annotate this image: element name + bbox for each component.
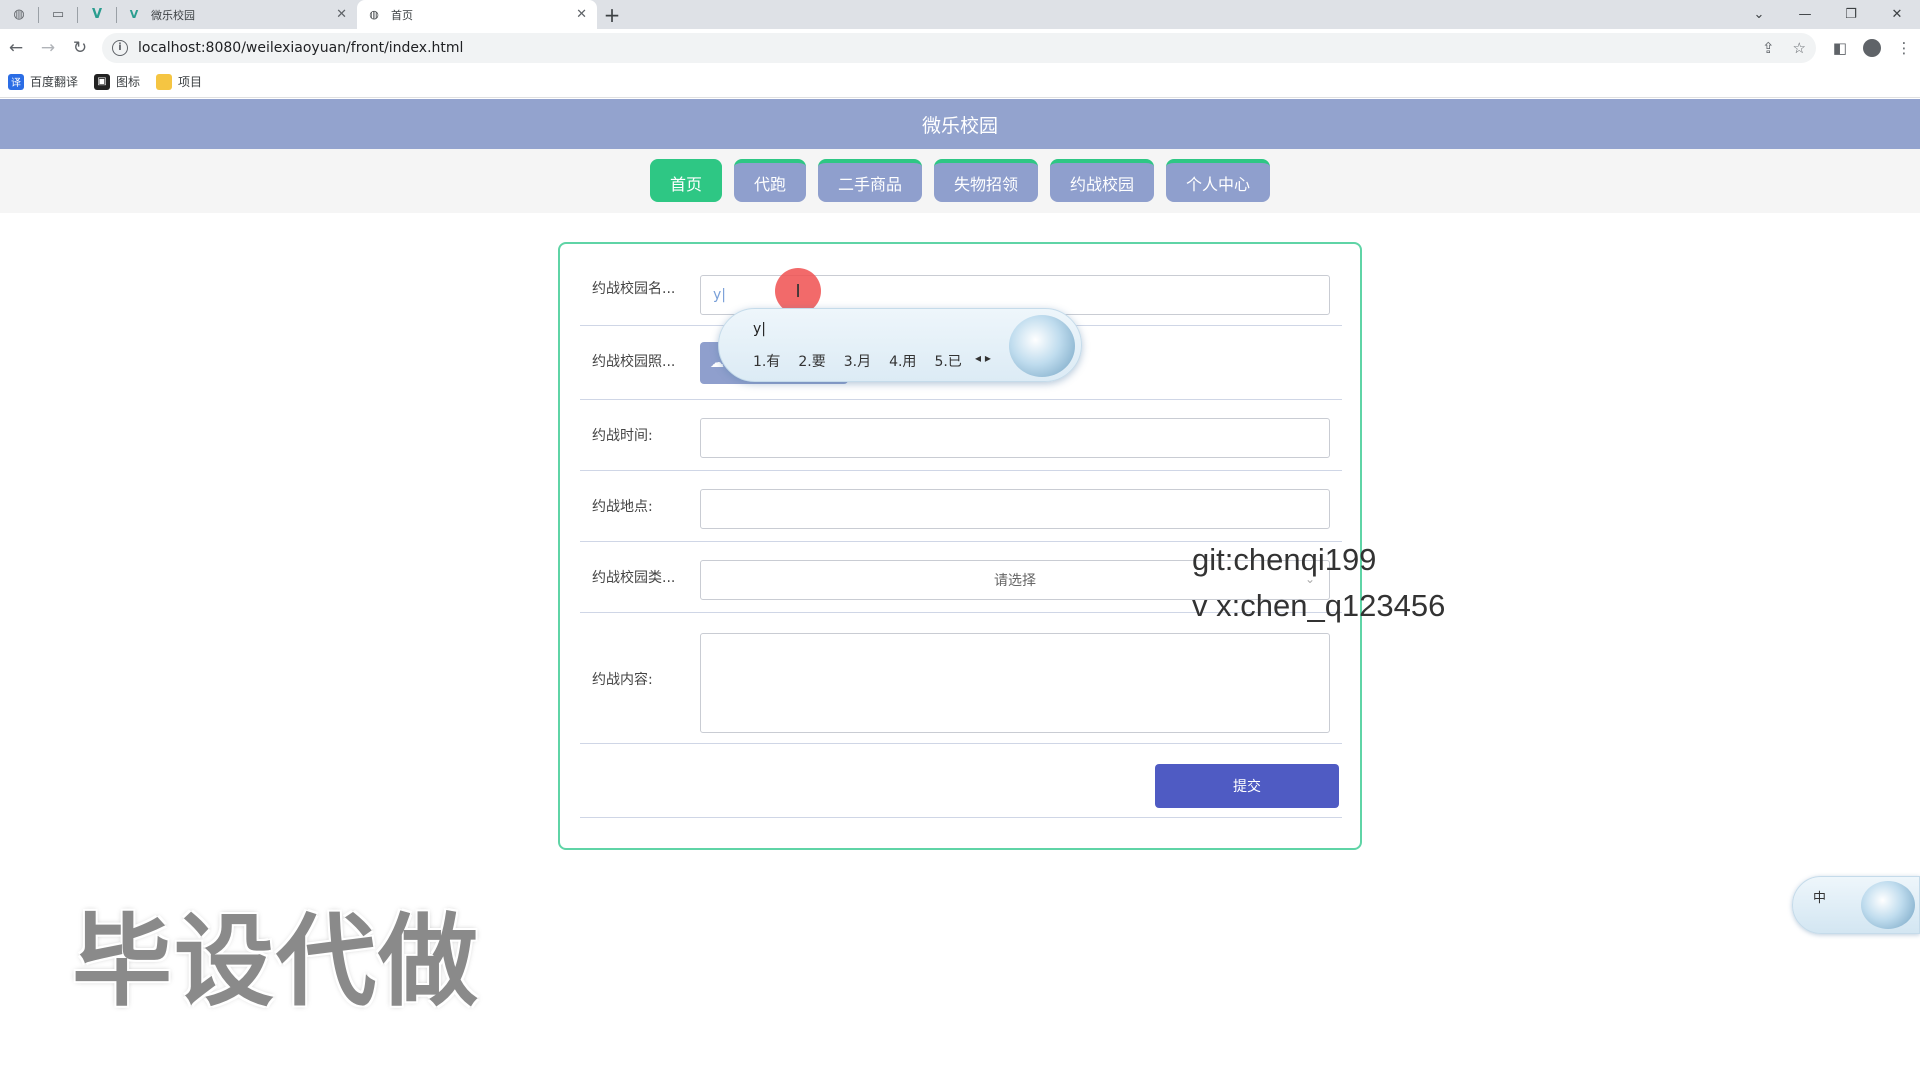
window-controls: ⌄ — ❐ ✕ (1736, 0, 1920, 29)
translate-icon: 译 (8, 73, 24, 90)
nav-profile[interactable]: 个人中心 (1166, 159, 1271, 202)
place-input[interactable] (700, 489, 1330, 529)
nav-secondhand[interactable]: 二手商品 (817, 159, 922, 202)
tab-2[interactable]: ▭ (39, 0, 77, 29)
ime-candidate[interactable]: 4.用 (889, 351, 916, 371)
submit-button[interactable]: 提交 (1155, 764, 1339, 808)
form-row-time: 约战时间: (580, 400, 1342, 471)
type-placeholder: 请选择 (994, 573, 1036, 589)
close-window-icon[interactable]: ✕ (1874, 0, 1920, 29)
ime-skin-image (1861, 881, 1915, 929)
overlay-wx-text: v x:chen_q123456 (1192, 588, 1446, 623)
new-tab-button[interactable]: + (597, 0, 627, 29)
tab-home[interactable]: ◍ 首页 ✕ (357, 0, 597, 29)
nav-lost-found[interactable]: 失物招领 (934, 159, 1039, 202)
browser-tabbar: ◍ ▭ V V 微乐校园 ✕ ◍ 首页 ✕ + ⌄ — ❐ ✕ (0, 0, 1920, 29)
bookmark-project[interactable]: 项目 (156, 73, 202, 90)
image-icon: ▣ (94, 73, 111, 90)
site-nav: 首页 代跑 二手商品 失物招领 约战校园 个人中心 (0, 149, 1920, 213)
text-cursor-icon: Ι (795, 280, 801, 302)
minimize-icon[interactable]: — (1782, 0, 1828, 29)
bookmark-label: 百度翻译 (30, 75, 79, 89)
bookmark-icons[interactable]: ▣ 图标 (94, 73, 140, 90)
close-icon[interactable]: ✕ (576, 7, 587, 22)
form-row-submit: 提交 (580, 744, 1342, 818)
globe-icon: ◍ (13, 7, 25, 22)
forward-button[interactable]: → (32, 32, 64, 64)
name-label: 约战校园名... (592, 281, 676, 297)
folder-icon (156, 73, 173, 90)
vue-logo-icon: V (129, 8, 139, 21)
globe-icon: ◍ (369, 8, 379, 21)
tab-3[interactable]: V (78, 0, 116, 29)
type-label: 约战校园类... (592, 570, 676, 586)
profile-button[interactable] (1856, 32, 1888, 64)
place-label: 约战地点: (592, 499, 653, 515)
toolbar-right: ◧ ⋮ (1824, 32, 1920, 64)
overlay-git-text: git:chenqi199 (1192, 542, 1377, 577)
nav-errand[interactable]: 代跑 (733, 159, 806, 202)
site-header: 微乐校园 (0, 99, 1920, 149)
site-title: 微乐校园 (921, 114, 998, 137)
site-info-icon[interactable]: i (112, 39, 128, 56)
ime-candidate[interactable]: 3.月 (844, 351, 871, 371)
side-panel-icon[interactable]: ◧ (1824, 32, 1856, 64)
tab-title: 微乐校园 (151, 8, 195, 22)
ime-candidate[interactable]: 1.有 (753, 351, 780, 371)
ime-skin-image (1009, 315, 1075, 377)
address-bar[interactable]: i localhost:8080/weilexiaoyuan/front/ind… (102, 32, 1816, 63)
close-icon[interactable]: ✕ (336, 7, 347, 22)
star-icon[interactable]: ☆ (1793, 39, 1806, 57)
bookmark-label: 图标 (116, 75, 141, 89)
restore-icon[interactable]: ❐ (1828, 0, 1874, 29)
ime-status-bar[interactable]: 中 (1792, 876, 1920, 934)
page-icon: ▭ (51, 7, 65, 22)
vue-logo-icon: V (91, 7, 103, 22)
browser-toolbar: ← → ↻ i localhost:8080/weilexiaoyuan/fro… (0, 29, 1920, 66)
photo-label: 约战校园照... (592, 354, 676, 370)
avatar-icon (1863, 38, 1881, 57)
ime-composition: y| (753, 321, 767, 337)
ime-candidate-popup: y| 1.有 2.要 3.月 4.用 5.已 ◂ ▸ (718, 308, 1082, 382)
bookmarks-bar: 译 百度翻译 ▣ 图标 项目 (0, 66, 1920, 98)
tab-search-icon[interactable]: ⌄ (1736, 0, 1782, 29)
menu-icon[interactable]: ⋮ (1888, 32, 1920, 64)
content-textarea[interactable] (700, 633, 1330, 733)
ime-candidate[interactable]: 5.已 (934, 351, 961, 371)
nav-campus-battle[interactable]: 约战校园 (1050, 159, 1155, 202)
watermark-text: 毕设代做 (72, 903, 480, 1020)
form-row-content: 约战内容: (580, 613, 1342, 744)
ime-candidate[interactable]: 2.要 (798, 351, 825, 371)
time-label: 约战时间: (592, 428, 653, 444)
tab-weile[interactable]: V 微乐校园 ✕ (117, 0, 357, 29)
back-button[interactable]: ← (0, 32, 32, 64)
nav-home[interactable]: 首页 (649, 159, 722, 202)
share-icon[interactable]: ⇪ (1762, 39, 1775, 57)
ime-mode-label: 中 (1813, 891, 1827, 906)
bookmark-baidu-translate[interactable]: 译 百度翻译 (8, 73, 78, 90)
tab-1[interactable]: ◍ (0, 0, 38, 29)
ime-candidates: 1.有 2.要 3.月 4.用 5.已 (753, 351, 980, 371)
bookmark-label: 项目 (178, 75, 203, 89)
url-text: localhost:8080/weilexiaoyuan/front/index… (138, 39, 464, 56)
form-row-place: 约战地点: (580, 471, 1342, 542)
time-input[interactable] (700, 418, 1330, 458)
tab-title: 首页 (391, 8, 413, 22)
reload-button[interactable]: ↻ (64, 32, 96, 64)
ime-page-arrows-icon[interactable]: ◂ ▸ (975, 351, 991, 365)
content-label: 约战内容: (592, 672, 653, 688)
